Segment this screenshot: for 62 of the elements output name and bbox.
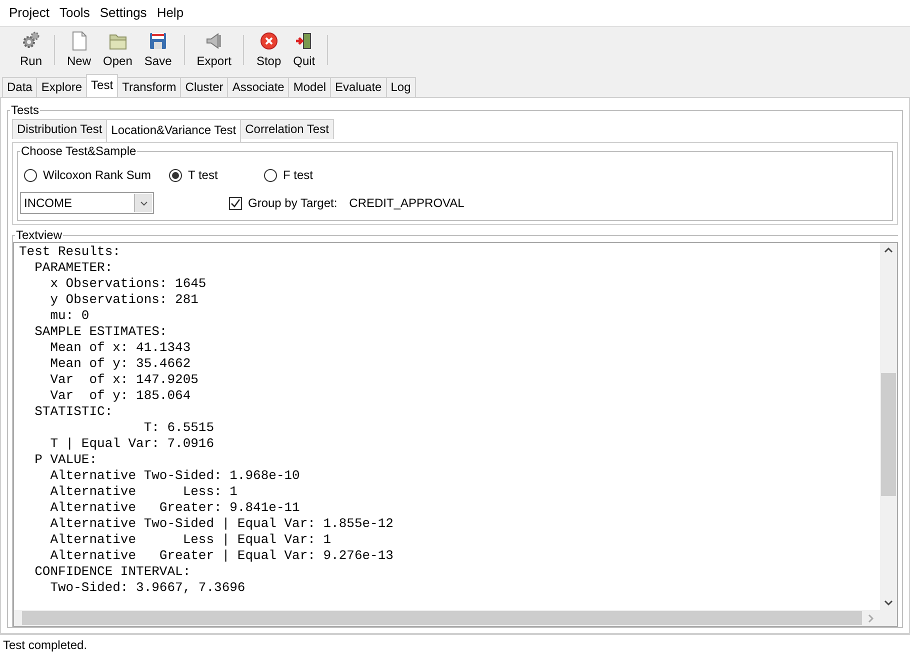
toolbar-button[interactable]: Save	[138, 28, 178, 72]
target-value: CREDIT_APPROVAL	[349, 195, 464, 212]
chevron-down-icon	[140, 200, 148, 206]
status-text: Test completed.	[3, 636, 88, 654]
text-line: Two-Sided: 3.9667, 7.3696	[49, 580, 246, 596]
group-checkbox[interactable]	[229, 196, 242, 210]
text-line: mu: 0	[49, 308, 90, 324]
text-line: STATISTIC:	[34, 404, 114, 420]
toolbar-button[interactable]: Export	[190, 28, 238, 72]
radio-label: Wilcoxon Rank Sum	[43, 167, 152, 184]
text-line: y Observations: 281	[49, 292, 200, 308]
radio-button[interactable]	[264, 168, 277, 182]
toolbar-button[interactable]: Open	[97, 28, 138, 72]
menu-item[interactable]: Project	[4, 3, 54, 23]
text-line: Alternative Greater | Equal Var: 9.276e-13	[49, 548, 394, 564]
chevron-up-icon[interactable]	[884, 247, 893, 253]
stop-icon	[258, 30, 280, 52]
text-line: Mean of x: 41.1343	[49, 340, 192, 356]
radio-label: T test	[188, 167, 218, 184]
text-line: P VALUE:	[34, 452, 98, 468]
radio-button[interactable]	[24, 168, 37, 182]
scroll-thumb[interactable]	[22, 611, 862, 625]
vertical-scrollbar[interactable]	[880, 243, 897, 610]
text-line: x Observations: 1645	[49, 276, 208, 292]
text-line: SAMPLE ESTIMATES:	[34, 324, 168, 340]
horizontal-scrollbar[interactable]	[14, 610, 897, 626]
group-title: Textview	[15, 228, 64, 242]
radio-button[interactable]	[169, 168, 182, 182]
scroll-thumb[interactable]	[881, 373, 896, 496]
toolbar-button[interactable]: New	[61, 28, 98, 72]
tab[interactable]: Log	[386, 77, 416, 97]
toolbar-button[interactable]: Quit	[287, 28, 322, 72]
text-line: T | Equal Var: 7.0916	[49, 436, 216, 452]
menu-item[interactable]: Help	[152, 3, 189, 23]
group-title: Choose Test&Sample	[20, 144, 138, 158]
text-line: Mean of y: 35.4662	[49, 356, 192, 372]
tab[interactable]: Test	[86, 74, 118, 97]
toolbar-button[interactable]: Run	[14, 28, 48, 72]
text-line: Alternative Less: 1	[49, 484, 238, 500]
tab[interactable]: Data	[2, 77, 38, 97]
tab[interactable]: Distribution Test	[12, 119, 108, 139]
group-title: Tests	[10, 103, 40, 117]
dropdown-value: INCOME	[24, 195, 72, 212]
text-line: Var of y: 185.064	[49, 388, 192, 404]
radio-label: F test	[283, 167, 314, 184]
text-line: Alternative Less | Equal Var: 1	[49, 532, 332, 548]
toolbar-button[interactable]: Stop	[250, 28, 288, 72]
chevron-down-icon[interactable]	[884, 600, 893, 606]
menu-item[interactable]: Tools	[54, 3, 95, 23]
variable-dropdown[interactable]: INCOME	[20, 192, 154, 214]
text-line: Alternative Two-Sided | Equal Var: 1.855e-12	[49, 516, 394, 532]
text-line: CONFIDENCE INTERVAL:	[34, 564, 192, 580]
tab[interactable]: Location&Variance Test	[106, 119, 242, 142]
text-line: Alternative Greater: 9.841e-11	[49, 500, 301, 516]
menu-item[interactable]: Settings	[94, 3, 152, 23]
text-line: Alternative Two-Sided: 1.968e-10	[49, 468, 301, 484]
text-line: Var of x: 147.9205	[49, 372, 200, 388]
text-line: T: 6.5515	[142, 420, 216, 436]
text-line: Test Results:	[19, 244, 122, 260]
checkbox-label: Group by Target:	[248, 195, 338, 212]
text-line: PARAMETER:	[34, 260, 114, 276]
tab[interactable]: Correlation Test	[240, 119, 334, 139]
